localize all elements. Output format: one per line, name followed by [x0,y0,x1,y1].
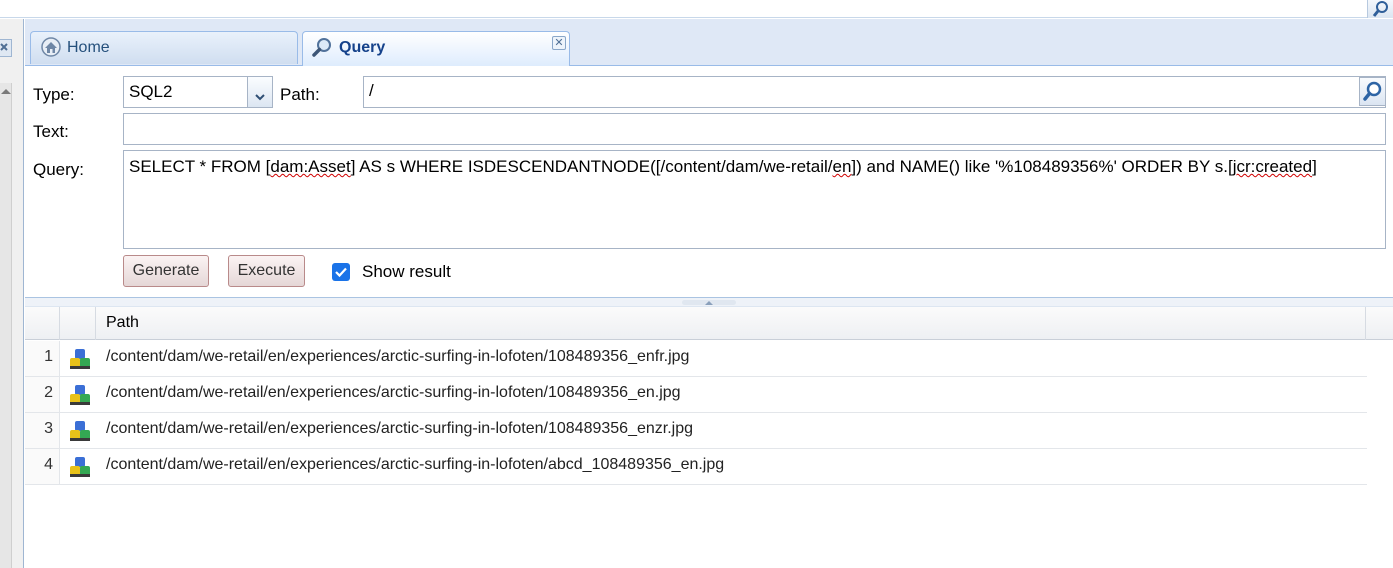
node-icon [70,421,90,441]
type-label: Type: [33,85,75,104]
checkmark-icon [335,267,347,278]
query-textarea[interactable]: SELECT * FROM [dam:Asset] AS s WHERE ISD… [123,150,1386,249]
top-strip [0,0,1393,18]
close-icon [0,43,8,51]
type-select-value: SQL2 [129,82,173,101]
close-icon: ✕ [554,37,564,49]
row-number: 2 [25,377,60,412]
search-icon [1363,81,1382,101]
icon-column-header [60,307,96,340]
row-number: 1 [25,341,60,376]
home-icon [41,37,61,57]
type-select-dropdown-button[interactable] [247,76,273,108]
show-result-checkbox[interactable] [332,263,350,281]
generate-button[interactable]: Generate [123,255,209,287]
search-icon [312,38,331,57]
collapse-panel-button[interactable] [0,39,12,57]
path-label: Path: [280,85,320,104]
query-text-segment: ]) and NAME() like '%108489356%' ORDER B… [851,157,1233,176]
close-tab-button[interactable]: ✕ [552,36,566,50]
scroll-up-arrow-icon[interactable] [1,89,11,94]
row-number-column-header [25,307,60,340]
chevron-up-icon [705,301,713,305]
row-path: /content/dam/we-retail/en/experiences/ar… [106,348,690,365]
left-panel [0,19,24,568]
tab-bar: Home Query ✕ [25,19,1393,66]
table-row[interactable]: 4 /content/dam/we-retail/en/experiences/… [25,449,1367,485]
panel-splitter[interactable] [25,297,1393,307]
splitter-handle[interactable] [682,300,736,305]
node-icon [70,349,90,369]
tab-query-label: Query [339,39,386,56]
row-path: /content/dam/we-retail/en/experiences/ar… [106,456,725,473]
row-number: 4 [25,449,60,484]
query-label: Query: [33,160,85,179]
table-row[interactable]: 1 /content/dam/we-retail/en/experiences/… [25,341,1367,377]
tab-home[interactable]: Home [30,31,298,64]
path-browse-button[interactable] [1359,77,1386,106]
row-number: 3 [25,413,60,448]
row-path: /content/dam/we-retail/en/experiences/ar… [106,384,681,401]
path-value: / [369,81,374,100]
node-icon [70,457,90,477]
table-row[interactable]: 3 /content/dam/we-retail/en/experiences/… [25,413,1367,449]
query-text-misspelled: jcr:created [1232,157,1313,176]
path-field[interactable]: / [363,76,1386,108]
tab-home-label: Home [67,39,110,56]
left-scrollbar[interactable] [0,83,12,568]
results-grid: Path 1 /content/dam/we-retail/en/experie… [25,307,1393,568]
global-search-button[interactable] [1367,0,1393,18]
execute-button[interactable]: Execute [228,255,305,287]
show-result-label[interactable]: Show result [362,262,451,282]
node-icon [70,385,90,405]
type-select[interactable]: SQL2 [123,76,273,108]
table-row[interactable]: 2 /content/dam/we-retail/en/experiences/… [25,377,1367,413]
chevron-down-icon [255,87,265,101]
header-divider [1365,307,1366,340]
query-text-misspelled: dam:Asset [270,157,351,176]
query-text-segment: SELECT * FROM [ [129,157,271,176]
grid-header: Path [25,307,1393,340]
search-icon [1372,1,1388,17]
text-field[interactable] [123,113,1386,145]
tab-query[interactable]: Query ✕ [302,31,570,66]
query-form: Type: SQL2 Path: / Text: Query: SELECT *… [25,67,1393,297]
row-path: /content/dam/we-retail/en/experiences/ar… [106,420,694,437]
path-column-header[interactable]: Path [106,314,139,332]
query-text-segment: ] AS s WHERE ISDESCENDANTNODE([/content/… [350,157,833,176]
query-text-segment: ] [1312,157,1317,176]
query-text-misspelled: en [832,157,852,176]
text-label: Text: [33,122,69,141]
